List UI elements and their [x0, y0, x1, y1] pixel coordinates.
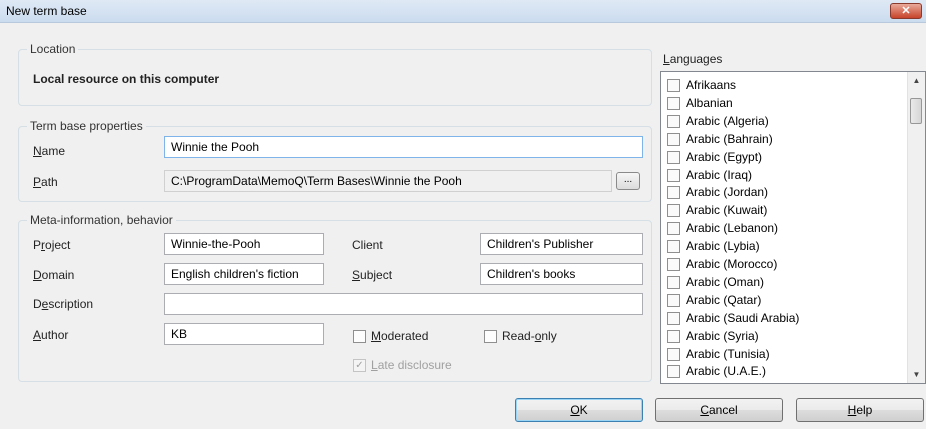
- language-checkbox[interactable]: [667, 150, 680, 164]
- language-label: Albanian: [686, 95, 733, 110]
- language-label: Arabic (Tunisia): [686, 346, 770, 361]
- location-group: Location Local resource on this computer: [18, 42, 652, 106]
- subject-label: Subject: [352, 268, 393, 282]
- language-checkbox[interactable]: [667, 365, 680, 379]
- moderated-checkbox[interactable]: [353, 330, 366, 343]
- languages-list[interactable]: ▲ ▼ Afrikaans Albanian Arabic (Algeria) Ara…: [660, 71, 926, 384]
- project-field[interactable]: Winnie-the-Pooh: [164, 233, 324, 255]
- language-checkbox[interactable]: [667, 275, 680, 289]
- meta-legend: Meta-information, behavior: [27, 213, 176, 227]
- properties-legend: Term base properties: [27, 119, 146, 133]
- scroll-down-icon[interactable]: ▼: [908, 370, 925, 379]
- language-checkbox[interactable]: [667, 186, 680, 200]
- language-label: Arabic (Oman): [686, 274, 765, 289]
- ok-button[interactable]: OK: [515, 398, 643, 422]
- location-legend: Location: [27, 42, 79, 56]
- language-label: Arabic (Algeria): [686, 113, 769, 128]
- language-checkbox[interactable]: [667, 311, 680, 325]
- name-label-text: ame: [41, 144, 66, 158]
- browse-button[interactable]: ...: [616, 172, 640, 190]
- help-button[interactable]: Help: [796, 398, 924, 422]
- language-label: Arabic (Egypt): [686, 149, 763, 164]
- title-bar: New term base ✕: [0, 0, 926, 23]
- moderated-label: Moderated: [371, 329, 429, 343]
- path-field[interactable]: C:\ProgramData\MemoQ\Term Bases\Winnie t…: [164, 170, 612, 192]
- language-checkbox[interactable]: [667, 132, 680, 146]
- domain-label: Domain: [33, 268, 75, 282]
- language-checkbox[interactable]: [667, 204, 680, 218]
- author-label: Author: [33, 328, 69, 342]
- language-label: Arabic (Syria): [686, 328, 759, 343]
- language-checkbox[interactable]: [667, 168, 680, 182]
- late-disclosure-label: Late disclosure: [371, 358, 452, 372]
- languages-header: Languages: [663, 52, 723, 66]
- author-field[interactable]: KB: [164, 323, 324, 345]
- client-field[interactable]: Children's Publisher: [480, 233, 643, 255]
- scroll-up-icon[interactable]: ▲: [908, 76, 925, 85]
- language-label: Arabic (Lebanon): [686, 221, 779, 236]
- name-field[interactable]: Winnie the Pooh: [164, 136, 643, 158]
- language-label: Arabic (Lybia): [686, 239, 760, 254]
- client-label: Client: [352, 238, 383, 252]
- language-label: Arabic (Saudi Arabia): [686, 310, 800, 325]
- language-label: Arabic (Kuwait): [686, 203, 768, 218]
- name-label: Name: [33, 144, 66, 158]
- language-checkbox[interactable]: [667, 79, 680, 92]
- scroll-thumb[interactable]: [910, 98, 922, 124]
- window-title: New term base: [6, 4, 87, 18]
- language-label: Afrikaans: [686, 78, 737, 92]
- language-label: Arabic (Qatar): [686, 292, 762, 307]
- language-label: Arabic (U.A.E.): [686, 364, 767, 379]
- location-value: Local resource on this computer: [33, 72, 220, 86]
- subject-field[interactable]: Children's books: [480, 263, 643, 285]
- language-checkbox[interactable]: [667, 222, 680, 236]
- description-field[interactable]: [164, 293, 643, 315]
- readonly-label: Read-only: [502, 329, 557, 343]
- path-label: Path: [33, 175, 58, 189]
- language-checkbox[interactable]: [667, 329, 680, 343]
- language-checkbox[interactable]: [667, 240, 680, 254]
- language-checkbox[interactable]: [667, 96, 680, 110]
- language-checkbox[interactable]: [667, 293, 680, 307]
- language-checkbox[interactable]: [667, 114, 680, 128]
- readonly-checkbox[interactable]: [484, 330, 497, 343]
- language-label: Arabic (Morocco): [686, 257, 778, 271]
- description-label: Description: [33, 297, 94, 311]
- language-label: Arabic (Bahrain): [686, 131, 773, 146]
- language-label: Arabic (Iraq): [686, 167, 753, 182]
- language-checkbox[interactable]: [667, 347, 680, 361]
- language-label: Arabic (Jordan): [686, 185, 769, 200]
- languages-scrollbar[interactable]: ▲ ▼: [907, 72, 925, 383]
- close-icon: ✕: [901, 5, 911, 17]
- late-disclosure-checkbox[interactable]: ✓: [353, 359, 366, 372]
- domain-field[interactable]: English children's fiction: [164, 263, 324, 285]
- project-label: Project: [33, 238, 71, 252]
- language-checkbox[interactable]: [667, 258, 680, 271]
- cancel-button[interactable]: Cancel: [655, 398, 783, 422]
- close-button[interactable]: ✕: [890, 3, 922, 19]
